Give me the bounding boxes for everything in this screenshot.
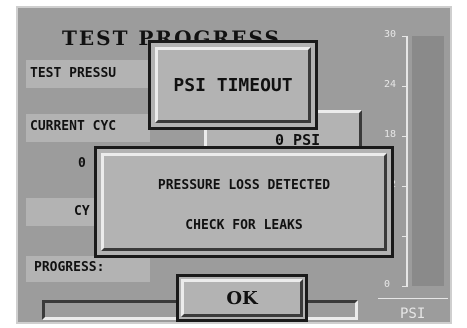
psi-timeout-text: PSI TIMEOUT	[173, 74, 293, 96]
gauge-tick-mark	[402, 236, 408, 237]
cycle-value: 0	[78, 156, 86, 171]
cycles-label: CY	[74, 204, 90, 219]
gauge-tick-label: 0	[384, 279, 391, 290]
ok-button-label: OK	[226, 287, 258, 309]
ok-button-face[interactable]: OK	[181, 279, 303, 317]
progress-label: PROGRESS:	[34, 260, 105, 275]
psi-timeout-popup: PSI TIMEOUT	[148, 40, 318, 130]
alert-inner: PRESSURE LOSS DETECTED CHECK FOR LEAKS	[101, 153, 387, 251]
gauge-tick-mark	[402, 36, 408, 37]
psi-timeout-inner: PSI TIMEOUT	[155, 47, 311, 123]
ok-button[interactable]: OK	[176, 274, 308, 322]
alert-line-1: PRESSURE LOSS DETECTED	[157, 178, 331, 193]
test-pressure-label: TEST PRESSU	[30, 66, 117, 81]
gauge-unit-label: PSI	[400, 306, 426, 322]
gauge-tick-mark	[402, 136, 408, 137]
gauge-tick-label: 30	[384, 29, 397, 40]
gauge-axis	[406, 36, 408, 286]
gauge-track	[412, 36, 444, 286]
hmi-screen: TEST PROGRESS TEST PRESSU CURRENT CYC 0 …	[16, 6, 452, 324]
alert-line-2: CHECK FOR LEAKS	[185, 218, 303, 233]
gauge-tick-mark	[402, 186, 408, 187]
pressure-loss-alert: PRESSURE LOSS DETECTED CHECK FOR LEAKS	[94, 146, 394, 258]
gauge-fill	[412, 36, 444, 286]
gauge-tick-mark	[402, 86, 408, 87]
gauge-tick-mark	[402, 286, 408, 287]
gauge-divider	[378, 298, 448, 299]
current-cycle-label: CURRENT CYC	[30, 119, 117, 134]
gauge-tick-label: 24	[384, 79, 397, 90]
gauge-tick-label: 18	[384, 129, 397, 140]
